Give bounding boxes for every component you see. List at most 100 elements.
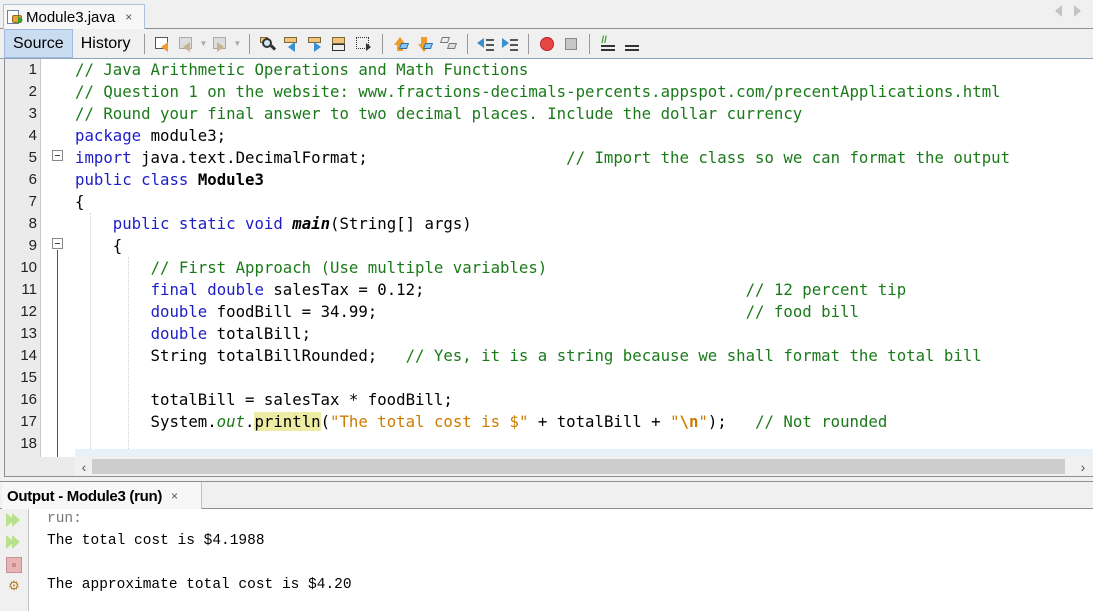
toolbar-separator <box>249 33 251 54</box>
scrollbar-corner <box>4 457 74 477</box>
toolbar-separator <box>382 33 384 54</box>
find-previous-icon[interactable] <box>283 35 301 53</box>
output-tab-label: Output - Module3 (run) <box>7 487 163 505</box>
settings-icon[interactable]: ⚙ <box>6 578 22 594</box>
horizontal-scrollbar[interactable]: ‹ › <box>74 457 1093 477</box>
forward-icon[interactable] <box>212 35 230 53</box>
back-icon[interactable] <box>178 35 196 53</box>
output-line: The total cost is $4.1988 <box>47 533 265 549</box>
code-token: // Java Arithmetic Operations and Math F… <box>75 60 529 79</box>
rectangular-selection-icon[interactable] <box>355 35 373 53</box>
code-line[interactable]: // Java Arithmetic Operations and Math F… <box>75 59 528 81</box>
output-line: run: <box>47 511 82 527</box>
code-token: ( <box>320 412 331 431</box>
line-number: 7 <box>28 193 37 210</box>
previous-bookmark-icon[interactable] <box>392 35 410 53</box>
code-line[interactable]: totalBill = salesTax * foodBill; <box>75 389 453 411</box>
fold-method-icon[interactable] <box>52 238 63 249</box>
rerun-icon[interactable] <box>6 512 22 528</box>
close-tab-icon[interactable]: × <box>125 10 132 24</box>
code-token: // Yes, it is a string because we shall … <box>405 346 982 365</box>
uncomment-icon[interactable] <box>623 35 641 53</box>
toggle-highlight-icon[interactable] <box>331 35 349 53</box>
code-line[interactable]: // Round your final answer to two decima… <box>75 103 802 125</box>
document-nav <box>1055 5 1081 17</box>
comment-icon[interactable]: // <box>599 35 617 53</box>
stop-icon[interactable] <box>6 557 22 573</box>
output-tab-strip: Output - Module3 (run) × <box>0 481 1093 510</box>
fold-import-icon[interactable] <box>52 150 63 161</box>
code-editor[interactable]: 1 2 3 4 5 6 7 8 9 10 11 12 13 14 15 16 17 18 // Java Arit… <box>4 59 1093 457</box>
code-line[interactable]: { <box>75 235 122 257</box>
line-number: 16 <box>20 391 37 408</box>
code-token: System. <box>75 412 217 431</box>
line-number: 17 <box>20 413 37 430</box>
last-edit-icon[interactable] <box>154 35 172 53</box>
scrollbar-thumb[interactable] <box>92 459 1065 474</box>
history-tab[interactable]: History <box>73 29 139 58</box>
code-token: salesTax = 0.12; <box>263 280 746 299</box>
code-line[interactable]: String totalBillRounded; // Yes, it is a… <box>75 345 982 367</box>
code-token: public <box>75 170 132 189</box>
next-bookmark-icon[interactable] <box>416 35 434 53</box>
toolbar-separator <box>528 33 530 54</box>
code-line[interactable]: // Question 1 on the website: www.fracti… <box>75 81 1001 103</box>
code-token: "The total cost is $" <box>330 412 529 431</box>
code-line[interactable]: { <box>75 191 84 213</box>
find-selection-icon[interactable] <box>259 35 277 53</box>
start-macro-recording-icon[interactable] <box>538 35 556 53</box>
file-tab-label: Module3.java <box>26 8 116 26</box>
code-token: public <box>112 214 170 233</box>
source-tab[interactable]: Source <box>4 29 73 58</box>
line-number-gutter: 1 2 3 4 5 6 7 8 9 10 11 12 13 14 15 16 17 18 <box>5 59 41 457</box>
code-token: (String[] args) <box>330 214 472 233</box>
code-line[interactable]: System.out.println("The total cost is $"… <box>75 411 887 433</box>
code-token: // Question 1 on the website: www.fracti… <box>75 82 1001 101</box>
code-line[interactable]: package module3; <box>75 125 226 147</box>
toggle-bookmark-icon[interactable] <box>440 35 458 53</box>
code-token: // First Approach (Use multiple variable… <box>150 258 548 277</box>
close-output-icon[interactable]: × <box>171 489 178 503</box>
shift-line-left-icon[interactable] <box>477 35 495 53</box>
shift-line-right-icon[interactable] <box>501 35 519 53</box>
code-line[interactable]: import java.text.DecimalFormat; // Impor… <box>75 147 1010 169</box>
scroll-right-icon[interactable]: › <box>1075 459 1091 475</box>
scroll-tabs-right-icon[interactable] <box>1074 5 1081 17</box>
code-token: { <box>75 192 85 211</box>
scroll-left-icon[interactable]: ‹ <box>76 459 92 475</box>
output-tab[interactable]: Output - Module3 (run) × <box>2 482 202 510</box>
code-line[interactable]: // First Approach (Use multiple variable… <box>75 257 548 279</box>
line-number: 1 <box>28 61 37 78</box>
code-token: { <box>75 236 123 255</box>
code-token: // Round your final answer to two decima… <box>75 104 803 123</box>
find-next-icon[interactable] <box>307 35 325 53</box>
code-line[interactable]: public class Module3 <box>75 169 264 191</box>
toolbar-separator <box>144 33 146 54</box>
line-number: 4 <box>28 127 37 144</box>
code-line[interactable]: double totalBill; <box>75 323 312 345</box>
java-file-icon <box>7 10 23 24</box>
fold-margin <box>41 59 75 457</box>
output-line: The approximate total cost is $4.20 <box>47 577 352 593</box>
rerun-with-options-icon[interactable] <box>6 534 22 550</box>
code-line[interactable]: double foodBill = 34.99; // food bill <box>75 301 859 323</box>
code-area[interactable]: // Java Arithmetic Operations and Math F… <box>75 59 1093 457</box>
back-dropdown-icon[interactable]: ▼ <box>199 39 207 48</box>
code-token: class <box>141 170 189 189</box>
scroll-tabs-left-icon[interactable] <box>1055 5 1062 17</box>
code-token: double <box>207 280 264 299</box>
fold-line <box>57 250 58 457</box>
code-line[interactable]: public static void main(String[] args) <box>75 213 472 235</box>
code-token: " <box>698 412 708 431</box>
code-token: package <box>75 126 142 145</box>
file-tab-module3[interactable]: Module3.java × <box>3 4 145 29</box>
forward-dropdown-icon[interactable]: ▼ <box>233 39 241 48</box>
code-token: String totalBillRounded; <box>75 346 406 365</box>
stop-macro-recording-icon[interactable] <box>562 35 580 53</box>
code-line[interactable]: final double salesTax = 0.12; // 12 perc… <box>75 279 907 301</box>
